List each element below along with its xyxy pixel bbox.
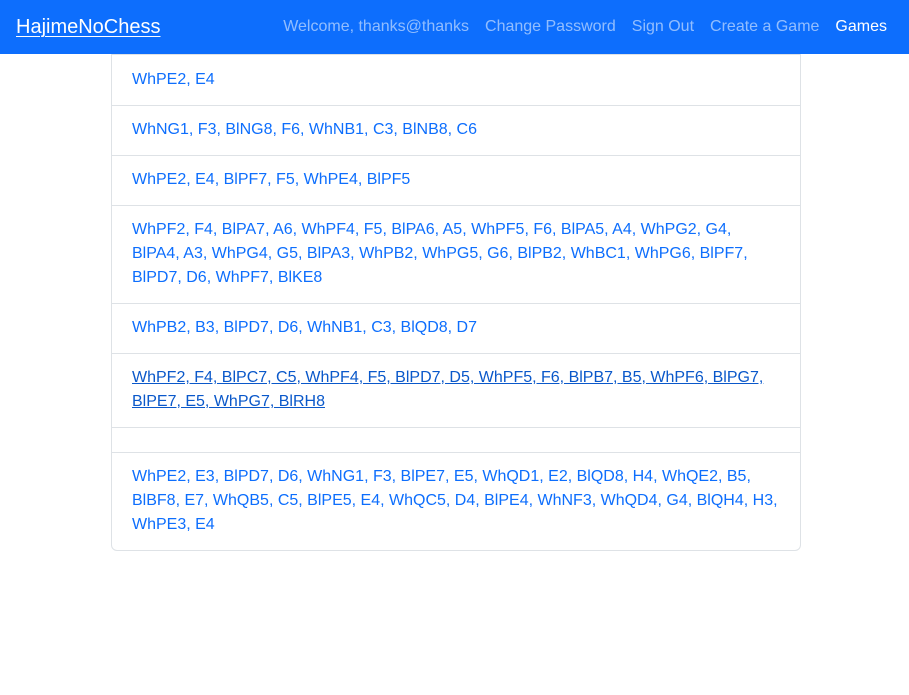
game-item-hovered[interactable]: WhPF2, F4, BlPC7, C5, WhPF4, F5, BlPD7, … — [112, 353, 800, 427]
brand-link[interactable]: HajimeNoChess — [16, 14, 161, 40]
nav-links: Welcome, thanks@thanks Change Password S… — [267, 16, 887, 38]
game-item[interactable]: WhPF2, F4, BlPA7, A6, WhPF4, F5, BlPA6, … — [112, 205, 800, 303]
game-item-empty[interactable] — [112, 427, 800, 452]
welcome-text: Welcome, thanks@thanks — [283, 18, 470, 35]
navbar: HajimeNoChess Welcome, thanks@thanks Cha… — [0, 0, 909, 54]
change-password-link[interactable]: Change Password — [485, 16, 616, 38]
game-item[interactable]: WhPE2, E3, BlPD7, D6, WhNG1, F3, BlPE7, … — [112, 452, 800, 550]
games-list: WhPE2, E4 WhNG1, F3, BlNG8, F6, WhNB1, C… — [111, 54, 801, 551]
game-item[interactable]: WhPE2, E4, BlPF7, F5, WhPE4, BlPF5 — [112, 155, 800, 205]
create-game-link[interactable]: Create a Game — [710, 16, 819, 38]
game-item[interactable]: WhPB2, B3, BlPD7, D6, WhNB1, C3, BlQD8, … — [112, 303, 800, 353]
game-item[interactable]: WhPE2, E4 — [112, 55, 800, 105]
game-item[interactable]: WhNG1, F3, BlNG8, F6, WhNB1, C3, BlNB8, … — [112, 105, 800, 155]
games-link[interactable]: Games — [835, 16, 887, 38]
sign-out-link[interactable]: Sign Out — [632, 16, 694, 38]
